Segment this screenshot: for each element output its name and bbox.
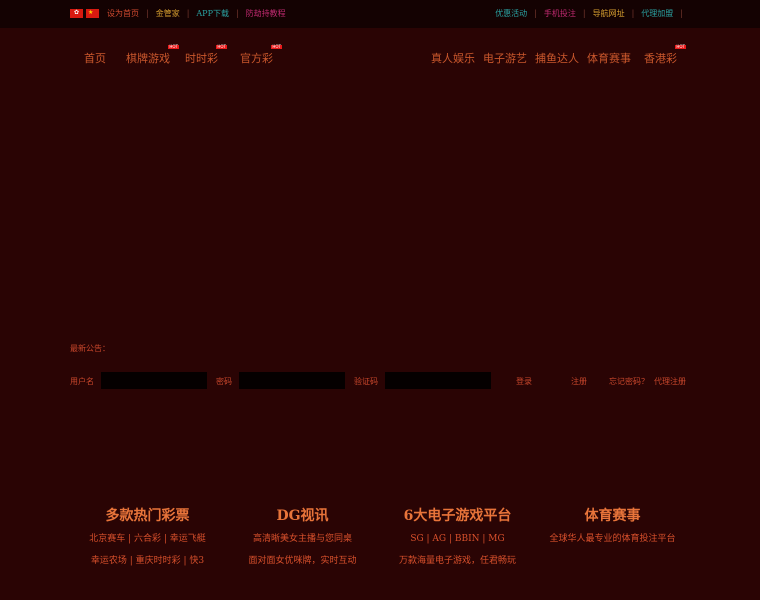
nav-item-label: 官方彩 (240, 52, 273, 65)
nav-item-label: 香港彩 (644, 52, 677, 65)
promotions-link[interactable]: 优惠活动 (495, 8, 527, 19)
feature-title: 多款热门彩票 (105, 508, 190, 524)
captcha-input[interactable] (385, 372, 491, 389)
nav-item-home[interactable]: 首页 (84, 50, 106, 66)
nav-item-label: 体育赛事 (587, 52, 631, 65)
nav-item-label: 时时彩 (185, 52, 218, 65)
anti-hijack-tutorial-link[interactable]: 防劫持教程 (246, 8, 286, 19)
feature-electronic-platforms[interactable]: 6大电子游戏平台 SG | AG | BBIN | MG 万款海量电子游戏，任君… (380, 507, 535, 567)
top-links-right: 优惠活动 | 手机投注 | 导航网址 | 代理加盟 | (495, 8, 690, 19)
feature-line: 全球华人最专业的体育投注平台 (549, 534, 676, 544)
top-bar: ✿ ★ 设为首页 | 金管家 | APP下载 | 防劫持教程 优惠活动 | 手机… (0, 0, 760, 28)
hot-badge: HOT (168, 44, 179, 49)
agent-join-link[interactable]: 代理加盟 (641, 8, 673, 19)
mobile-betting-link[interactable]: 手机投注 (544, 8, 576, 19)
feature-line: 面对面女优咪牌，实时互动 (248, 556, 357, 566)
main-navigation: 首页 棋牌游戏 HOT 时时彩 HOT 官方彩 HOT 真人娱乐 电子游艺 捕鱼… (0, 45, 760, 70)
nav-item-label: 捕鱼达人 (535, 52, 579, 65)
login-button[interactable]: 登录 (516, 376, 532, 387)
feature-sports[interactable]: 体育赛事 全球华人最专业的体育投注平台 (535, 507, 690, 545)
announcement-label: 最新公告： (70, 344, 110, 353)
feature-line: 北京赛车 | 六合彩 | 幸运飞艇 (89, 534, 206, 544)
feature-title: 体育赛事 (584, 508, 641, 524)
hot-badge: HOT (216, 44, 227, 49)
nav-item-ssc[interactable]: 时时彩 HOT (185, 45, 227, 66)
feature-title: 6大电子游戏平台 (403, 508, 512, 524)
login-form: 用户名 密码 验证码 登录 注册 忘记密码？ 代理注册 (70, 372, 690, 389)
feature-line: 幸运农场 | 重庆时时彩 | 快3 (90, 556, 205, 566)
feature-lottery[interactable]: 多款热门彩票 北京赛车 | 六合彩 | 幸运飞艇 幸运农场 | 重庆时时彩 | … (70, 507, 225, 567)
feature-line: 万款海量电子游戏，任君畅玩 (398, 556, 516, 566)
nav-item-chess-card[interactable]: 棋牌游戏 HOT (126, 45, 179, 66)
password-input[interactable] (239, 372, 345, 389)
china-flag-icon[interactable]: ★ (86, 9, 99, 18)
language-flags: ✿ ★ (70, 9, 99, 18)
navigation-url-link[interactable]: 导航网址 (593, 8, 625, 19)
top-links-left: 设为首页 | 金管家 | APP下载 | 防劫持教程 (107, 8, 286, 19)
nav-item-official-lottery[interactable]: 官方彩 HOT (240, 45, 282, 66)
nav-item-live-casino[interactable]: 真人娱乐 (431, 50, 475, 66)
password-label: 密码 (216, 377, 232, 386)
divider: | (631, 9, 635, 18)
nav-item-electronic-games[interactable]: 电子游艺 (483, 50, 527, 66)
app-download-link[interactable]: APP下载 (196, 8, 229, 19)
nav-item-label: 真人娱乐 (431, 52, 475, 65)
set-homepage-link[interactable]: 设为首页 (107, 8, 139, 19)
divider: | (146, 9, 149, 18)
nav-item-label: 首页 (84, 52, 106, 65)
nav-item-label: 电子游艺 (483, 52, 527, 65)
gold-manager-link[interactable]: 金管家 (156, 8, 180, 19)
forgot-password-link[interactable]: 忘记密码？ (609, 376, 649, 387)
captcha-label: 验证码 (354, 377, 378, 386)
username-label: 用户名 (70, 377, 94, 386)
feature-title: DG视讯 (276, 508, 329, 524)
divider: | (534, 9, 537, 18)
hot-badge: HOT (675, 44, 686, 49)
agent-register-link[interactable]: 代理注册 (654, 376, 686, 387)
nav-item-hk-lottery[interactable]: 香港彩 HOT (644, 45, 686, 66)
register-button[interactable]: 注册 (571, 376, 587, 387)
nav-item-fishing[interactable]: 捕鱼达人 (535, 50, 579, 66)
hot-badge: HOT (271, 44, 282, 49)
hong-kong-flag-icon[interactable]: ✿ (70, 9, 83, 18)
nav-item-sports[interactable]: 体育赛事 (587, 50, 631, 66)
nav-item-label: 棋牌游戏 (126, 52, 170, 65)
divider: | (235, 9, 239, 18)
divider: | (680, 9, 683, 18)
username-input[interactable] (101, 372, 207, 389)
latest-announcement: 最新公告： (70, 343, 110, 354)
feature-line: SG | AG | BBIN | MG (410, 534, 505, 544)
divider: | (186, 9, 190, 18)
feature-line: 高清晰美女主播与您同桌 (252, 534, 352, 544)
divider: | (582, 9, 586, 18)
feature-dg-live[interactable]: DG视讯 高清晰美女主播与您同桌 面对面女优咪牌，实时互动 (225, 507, 380, 567)
